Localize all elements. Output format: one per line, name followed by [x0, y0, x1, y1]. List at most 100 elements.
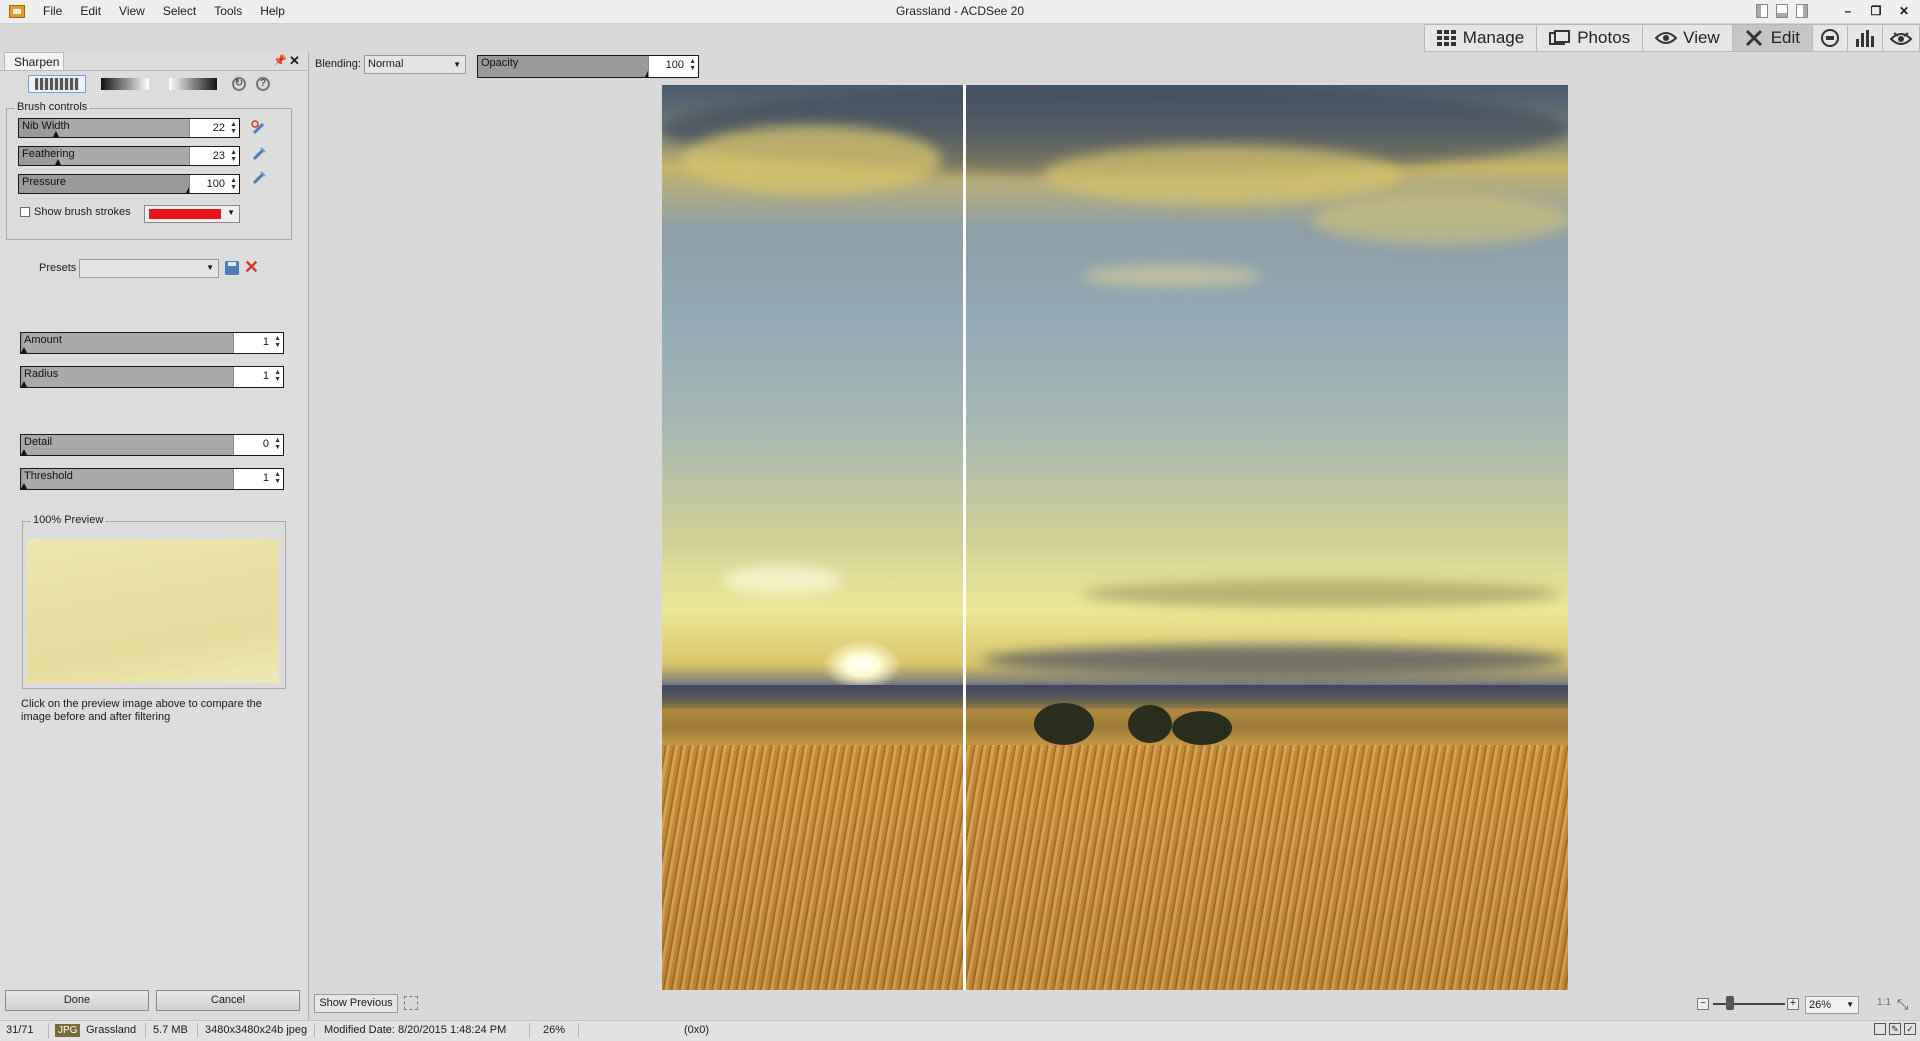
presets-dropdown[interactable]: ▼ [79, 259, 219, 278]
presets-label: Presets [39, 262, 77, 274]
linear-gradient-button[interactable] [96, 75, 154, 93]
preview-group: 100% Preview [22, 514, 286, 689]
zoom-out-icon[interactable]: − [1697, 998, 1709, 1010]
365-icon [1821, 29, 1839, 47]
file-format-badge: JPG [55, 1024, 81, 1037]
fit-to-window-icon[interactable]: ⤡ [1897, 996, 1908, 1013]
chevron-down-icon: ▼ [453, 60, 461, 69]
reset-nib-width-icon[interactable] [251, 120, 267, 136]
brush-tool-row: ↻ ? [28, 74, 270, 94]
stroke-color-picker[interactable]: ▼ [144, 205, 240, 223]
nib-width-slider[interactable]: Nib Width 22 ▲ ▼ [18, 118, 240, 138]
actual-size-button[interactable]: 1:1 [1877, 997, 1891, 1008]
tools-icon [1745, 29, 1762, 47]
bottom-pane-toggle-icon[interactable] [1776, 4, 1788, 18]
photos-mode-button[interactable]: Photos [1537, 24, 1644, 52]
reset-pressure-icon[interactable] [251, 170, 267, 186]
preview-image[interactable] [27, 539, 279, 683]
show-brush-strokes-row: Show brush strokes [20, 206, 131, 218]
restore-icon[interactable]: ❐ [1866, 2, 1886, 20]
close-window-icon[interactable]: ✕ [1894, 2, 1914, 20]
radius-slider[interactable]: Radius 1 ▲ ▼ [20, 366, 284, 388]
blending-label: Blending: [315, 58, 361, 70]
zoom-in-icon[interactable]: + [1787, 998, 1799, 1010]
pin-icon[interactable]: 📌 [273, 55, 287, 67]
sharpen-panel: Sharpen 📌 ✕ ↻ ? Brush controls Nib Width… [0, 52, 309, 1020]
reset-feathering-icon[interactable] [251, 146, 267, 162]
save-preset-icon[interactable] [225, 261, 239, 275]
detail-thumb[interactable] [21, 449, 27, 455]
detail-spinner[interactable]: ▲ ▼ [274, 437, 281, 451]
amount-spinner[interactable]: ▲ ▼ [274, 335, 281, 349]
manage-mode-button[interactable]: Manage [1423, 24, 1538, 52]
zoom-slider-track[interactable] [1713, 1003, 1785, 1005]
radius-spinner[interactable]: ▲ ▼ [274, 369, 281, 383]
mode-bar: Manage Photos View Edit [1423, 24, 1920, 52]
manage-label: Manage [1462, 28, 1525, 47]
file-size: 5.7 MB [153, 1024, 188, 1036]
edit-mode-button[interactable]: Edit [1732, 24, 1813, 52]
feathering-spinner[interactable]: ▲ ▼ [230, 149, 237, 163]
image-position: 31/71 [6, 1024, 34, 1036]
zoom-slider-thumb[interactable] [1726, 996, 1734, 1010]
fullscreen-icon[interactable] [404, 996, 418, 1010]
blending-dropdown[interactable]: Normal ▼ [364, 55, 466, 74]
status-zoom: 26% [543, 1024, 566, 1036]
edit-label: Edit [1770, 28, 1800, 47]
minimize-icon[interactable]: – [1838, 2, 1858, 20]
grassland-photo[interactable] [662, 85, 1568, 990]
acdsee-365-button[interactable] [1813, 24, 1848, 52]
zoom-value: 26% [1809, 999, 1832, 1011]
stroke-color-swatch [149, 209, 221, 219]
zoom-dropdown[interactable]: 26% ▼ [1805, 996, 1859, 1014]
eye-icon [1655, 32, 1678, 44]
threshold-spinner[interactable]: ▲ ▼ [274, 471, 281, 485]
compare-split-line[interactable] [963, 85, 966, 990]
radial-gradient-button[interactable] [164, 75, 222, 93]
pressure-spinner[interactable]: ▲ ▼ [230, 177, 237, 191]
show-previous-button[interactable]: Show Previous [314, 994, 398, 1013]
close-panel-icon[interactable]: ✕ [289, 53, 300, 69]
eye-swirl-icon [1890, 32, 1912, 45]
brush-tool-button[interactable] [28, 75, 86, 93]
opacity-slider[interactable]: Opacity 100 ▲ ▼ [477, 55, 699, 78]
square-icon[interactable] [1874, 1023, 1886, 1035]
checkmark-icon[interactable]: ✓ [1904, 1023, 1916, 1035]
refresh-icon[interactable]: ↻ [232, 77, 246, 91]
delete-preset-icon[interactable]: ✕ [244, 257, 259, 277]
file-name: Grassland [86, 1024, 137, 1036]
radial-gradient-icon [169, 78, 217, 90]
feathering-slider[interactable]: Feathering 23 ▲ ▼ [18, 146, 240, 166]
right-pane-toggle-icon[interactable] [1796, 4, 1808, 18]
nib-width-spinner[interactable]: ▲ ▼ [230, 121, 237, 135]
pencil-icon[interactable]: ✎ [1889, 1023, 1901, 1035]
bottom-toolbar: Show Previous − + 26% ▼ 1:1 ⤡ [309, 990, 1920, 1020]
pressure-label: Pressure [22, 176, 67, 188]
help-icon[interactable]: ? [256, 77, 270, 91]
panel-tab-sharpen[interactable]: Sharpen [4, 52, 64, 70]
status-icons: ✎ ✓ [1874, 1023, 1916, 1035]
cancel-button[interactable]: Cancel [156, 990, 300, 1011]
view-label: View [1683, 28, 1720, 47]
nib-width-thumb[interactable] [53, 131, 59, 137]
detail-slider[interactable]: Detail 0 ▲ ▼ [20, 434, 284, 456]
amount-thumb[interactable] [21, 347, 27, 353]
chevron-down-icon: ▼ [206, 263, 214, 272]
threshold-slider[interactable]: Threshold 1 ▲ ▼ [20, 468, 284, 490]
show-brush-strokes-checkbox[interactable] [20, 207, 30, 217]
view-mode-button[interactable]: View [1643, 24, 1733, 52]
left-pane-toggle-icon[interactable] [1756, 4, 1768, 18]
pressure-slider[interactable]: Pressure 100 ▲ ▼ [18, 174, 240, 194]
photos-label: Photos [1577, 28, 1631, 47]
horizon [662, 685, 1568, 707]
radius-thumb[interactable] [21, 381, 27, 387]
cursor-coordinates: (0x0) [684, 1024, 710, 1036]
develop-button[interactable] [1883, 24, 1920, 52]
feathering-thumb[interactable] [55, 159, 61, 165]
amount-slider[interactable]: Amount 1 ▲ ▼ [20, 332, 284, 354]
dashboard-button[interactable] [1848, 24, 1883, 52]
modified-date: Modified Date: 8/20/2015 1:48:24 PM [324, 1024, 507, 1036]
threshold-thumb[interactable] [21, 483, 27, 489]
opacity-spinner[interactable]: ▲ ▼ [689, 58, 696, 72]
done-button[interactable]: Done [5, 990, 149, 1011]
